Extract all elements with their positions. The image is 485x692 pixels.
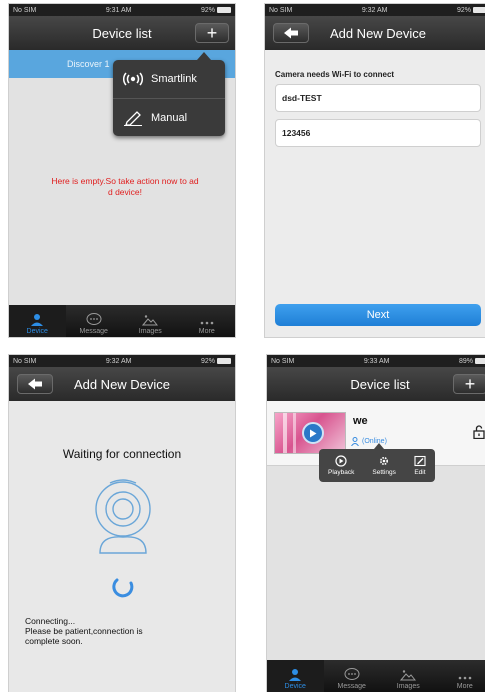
battery-icon: [474, 358, 485, 364]
next-button[interactable]: Next: [275, 304, 481, 326]
tab-images[interactable]: Images: [380, 660, 437, 692]
playback-icon: [335, 455, 347, 467]
menu-item-smartlink[interactable]: Smartlink: [113, 60, 225, 98]
gear-icon: [380, 456, 389, 466]
wifi-ssid-field[interactable]: dsd-TEST: [275, 84, 481, 112]
webcam-icon: [95, 479, 151, 554]
chat-bubble-icon: [344, 668, 360, 680]
tab-message[interactable]: Message: [66, 305, 123, 337]
play-icon[interactable]: [302, 422, 324, 444]
screen-device-list: No SIM 9:33 AM 89% Device list + we (Onl…: [267, 355, 485, 692]
status-bar: No SIM 9:33 AM 89%: [267, 355, 485, 367]
tab-message[interactable]: Message: [324, 660, 381, 692]
person-icon: [289, 669, 302, 681]
mountain-image-icon: [400, 670, 417, 681]
loading-spinner-icon: [112, 578, 134, 598]
add-device-button[interactable]: +: [453, 374, 485, 394]
battery-icon: [216, 358, 231, 364]
page-title: Add New Device: [329, 25, 427, 41]
add-device-button[interactable]: +: [195, 23, 229, 43]
unlock-icon[interactable]: [473, 425, 485, 439]
tab-bar: Device Message Images More: [267, 660, 485, 692]
screen-device-list-empty: No SIM 9:31 AM 92% Device list + Discove…: [9, 4, 235, 337]
playback-button[interactable]: Playback: [328, 455, 354, 476]
tab-more[interactable]: More: [179, 305, 236, 337]
device-action-popup: Playback Settings Edit: [319, 443, 435, 482]
status-bar: No SIM 9:32 AM 92%: [265, 4, 485, 16]
more-dots-icon: [458, 676, 472, 680]
device-thumbnail[interactable]: [274, 412, 346, 454]
waiting-title: Waiting for connection: [62, 447, 182, 461]
empty-message: Here is empty.So take action now to ad d…: [51, 176, 199, 197]
discover-label: Discover 1: [67, 59, 110, 69]
page-title: Device list: [350, 376, 410, 392]
battery-icon: [216, 7, 231, 13]
tab-images[interactable]: Images: [122, 305, 179, 337]
user-icon: [351, 437, 359, 446]
screen-waiting-connection: No SIM 9:32 AM 92% Add New Device Waitin…: [9, 355, 235, 692]
battery-percent: 92%: [200, 6, 215, 14]
mountain-image-icon: [142, 315, 159, 326]
screen-add-device-wifi: No SIM 9:32 AM 92% Add New Device Camera…: [265, 4, 485, 337]
wifi-password-field[interactable]: 123456: [275, 119, 481, 147]
nav-bar: Add New Device: [265, 16, 485, 50]
carrier-label: No SIM: [13, 6, 37, 14]
more-dots-icon: [200, 321, 214, 325]
page-title: Device list: [92, 25, 152, 41]
back-button[interactable]: [17, 374, 53, 394]
wireless-icon: [123, 72, 143, 86]
nav-bar: Device list +: [9, 16, 235, 50]
device-name: we: [353, 415, 368, 427]
back-arrow-icon: [28, 378, 42, 390]
settings-button[interactable]: Settings: [372, 455, 396, 476]
page-title: Add New Device: [73, 376, 171, 392]
person-icon: [31, 314, 44, 326]
tab-more[interactable]: More: [437, 660, 485, 692]
wifi-instruction-label: Camera needs Wi-Fi to connect: [275, 70, 395, 79]
chat-bubble-icon: [86, 313, 102, 325]
menu-item-manual[interactable]: Manual: [113, 98, 225, 136]
tab-bar: Device Message Images More: [9, 305, 235, 337]
tab-device[interactable]: Device: [267, 660, 324, 692]
battery-icon: [472, 7, 485, 13]
status-bar: No SIM 9:31 AM 92%: [9, 4, 235, 16]
connecting-message: Connecting... Please be patient,connecti…: [25, 616, 143, 646]
back-arrow-icon: [284, 27, 298, 39]
back-button[interactable]: [273, 23, 309, 43]
nav-bar: Add New Device: [9, 367, 235, 401]
edit-icon: [414, 455, 426, 467]
pencil-icon: [124, 110, 142, 126]
time-label: 9:31 AM: [105, 6, 132, 14]
nav-bar: Device list +: [267, 367, 485, 401]
add-device-menu: Smartlink Manual: [113, 52, 225, 136]
status-bar: No SIM 9:32 AM 92%: [9, 355, 235, 367]
tab-device[interactable]: Device: [9, 305, 66, 337]
edit-button[interactable]: Edit: [414, 455, 426, 476]
